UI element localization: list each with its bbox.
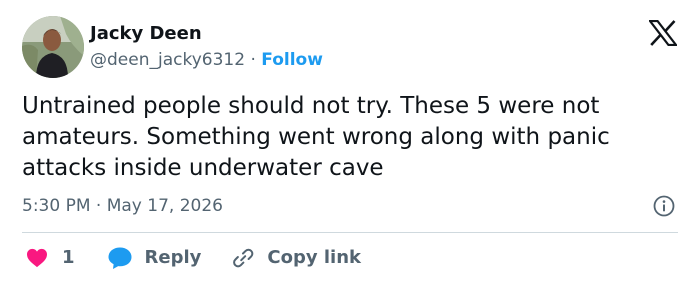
tweet-time: 5:30 PM xyxy=(22,196,91,216)
heart-icon xyxy=(27,248,47,268)
tweet-card: Jacky Deen @deen_jacky6312 · Follow Untr… xyxy=(0,0,700,285)
divider xyxy=(22,232,678,233)
tweet-text: Untrained people should not try. These 5… xyxy=(22,93,610,181)
action-bar: 1 Reply Copy link xyxy=(26,245,361,271)
info-icon[interactable] xyxy=(653,195,675,217)
copy-link-label: Copy link xyxy=(267,247,361,268)
reply-button[interactable]: Reply xyxy=(107,245,232,271)
avatar[interactable] xyxy=(22,16,84,78)
follow-button[interactable]: Follow xyxy=(261,50,323,70)
copy-link-button[interactable]: Copy link xyxy=(231,245,361,271)
display-name[interactable]: Jacky Deen xyxy=(90,23,323,45)
tweet-timestamp[interactable]: 5:30 PM · May 17, 2026 xyxy=(22,195,223,217)
x-logo-icon[interactable] xyxy=(647,19,679,47)
speech-bubble-icon xyxy=(108,247,132,269)
like-button[interactable]: 1 xyxy=(26,245,107,271)
handle-separator: · xyxy=(245,50,262,70)
like-count: 1 xyxy=(62,247,75,268)
link-icon xyxy=(233,248,254,268)
tweet-header: Jacky Deen @deen_jacky6312 · Follow xyxy=(22,16,323,78)
reply-label: Reply xyxy=(144,247,202,268)
meta-separator: · xyxy=(90,196,107,216)
tweet-date: May 17, 2026 xyxy=(106,196,223,216)
user-info: Jacky Deen @deen_jacky6312 · Follow xyxy=(90,23,323,71)
user-handle[interactable]: @deen_jacky6312 xyxy=(90,50,245,70)
handle-row: @deen_jacky6312 · Follow xyxy=(90,49,323,71)
